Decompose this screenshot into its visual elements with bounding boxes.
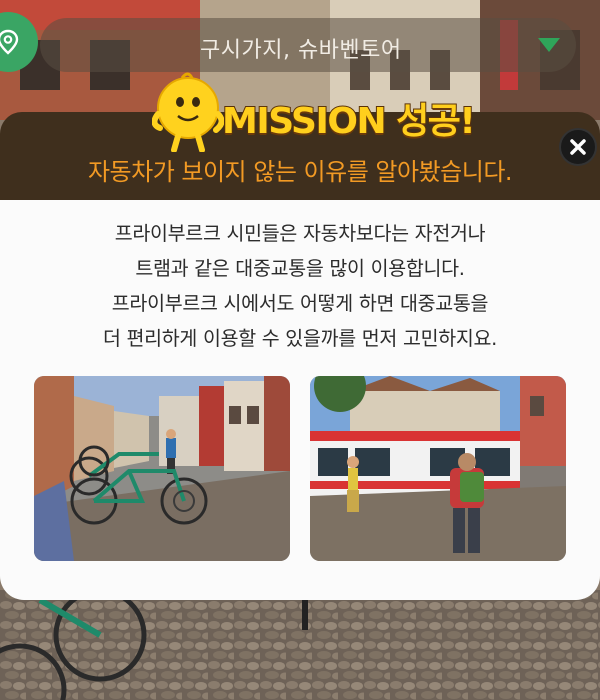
mission-result-modal: MISSION 성공! 자동차가 보이지 않는 이유를 알아봤습니다. 프라이부…	[0, 72, 600, 600]
mission-description: 프라이부르크 시민들은 자동차보다는 자전거나 트램과 같은 대중교통을 많이 …	[0, 216, 600, 356]
modal-body: 프라이부르크 시민들은 자동차보다는 자전거나 트램과 같은 대중교통을 많이 …	[0, 200, 600, 600]
chevron-down-icon[interactable]	[538, 38, 560, 52]
mission-subtitle: 자동차가 보이지 않는 이유를 알아봤습니다.	[87, 158, 513, 186]
mascot-character-icon	[152, 72, 224, 152]
description-line: 프라이부르크 시에서도 어떻게 하면 대중교통을	[111, 292, 489, 315]
bicycles-street-image	[34, 376, 290, 561]
close-button[interactable]	[559, 128, 597, 166]
location-name: 구시가지, 슈바벤토어	[200, 38, 402, 63]
description-line: 트램과 같은 대중교통을 많이 이용합니다.	[135, 257, 465, 280]
mission-title: MISSION 성공!	[221, 100, 477, 143]
modal-header: MISSION 성공! 자동차가 보이지 않는 이유를 알아봤습니다.	[0, 72, 600, 200]
tram-street-image	[310, 376, 566, 561]
description-line: 프라이부르크 시민들은 자동차보다는 자전거나	[114, 222, 486, 245]
close-icon	[570, 139, 586, 155]
description-line: 더 편리하게 이용할 수 있을까를 먼저 고민하지요.	[102, 327, 498, 350]
